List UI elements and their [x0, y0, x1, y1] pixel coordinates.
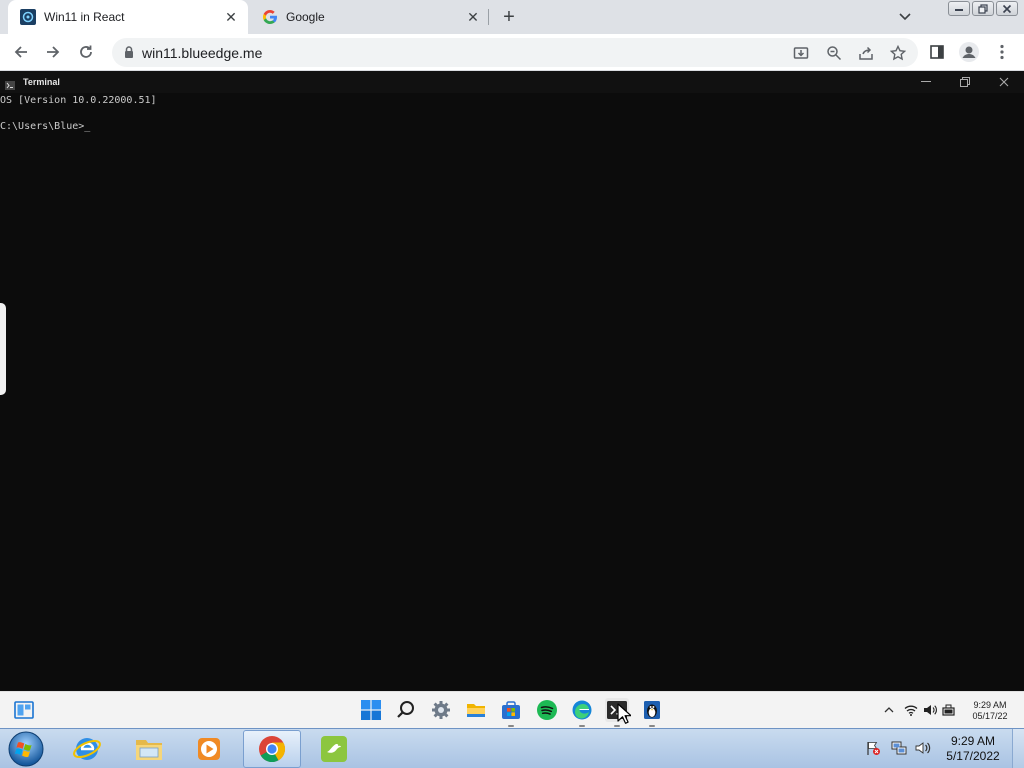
win11-clock[interactable]: 9:29 AM 05/17/22 — [964, 700, 1016, 722]
win11-react-favicon-icon — [20, 9, 36, 25]
window-controls — [948, 1, 1018, 16]
terminal-close-icon[interactable] — [989, 73, 1019, 91]
restore-icon[interactable] — [972, 1, 994, 16]
win11-time: 9:29 AM — [973, 700, 1007, 710]
terminal-line-prompt: C:\Users\Blue>_ — [0, 121, 91, 132]
widgets-icon[interactable] — [12, 698, 36, 722]
close-window-icon[interactable] — [996, 1, 1018, 16]
back-arrow-icon[interactable] — [9, 40, 33, 64]
url-text: win11.blueedge.me — [142, 45, 263, 61]
tab-win11-in-react[interactable]: Win11 in React ✕ — [8, 0, 248, 34]
app-icon[interactable] — [305, 730, 363, 768]
running-indicator — [649, 725, 655, 727]
win7-clock[interactable]: 9:29 AM 5/17/2022 — [940, 734, 1006, 764]
tab-title: Google — [286, 10, 325, 24]
win11-taskbar: 9:29 AM 05/17/22 — [0, 691, 1024, 728]
start-icon[interactable] — [359, 698, 383, 722]
share-icon[interactable] — [856, 43, 876, 63]
new-tab-button[interactable]: + — [498, 6, 520, 28]
menu-kebab-icon[interactable] — [990, 40, 1014, 64]
running-indicator — [508, 725, 514, 727]
side-panel-icon[interactable] — [925, 40, 949, 64]
terminal-maximize-icon[interactable] — [950, 73, 980, 91]
battery-icon[interactable] — [941, 698, 957, 722]
wifi-icon[interactable] — [903, 698, 919, 722]
action-center-flag-icon[interactable] — [864, 738, 882, 758]
tab-close-icon[interactable]: ✕ — [464, 8, 482, 26]
terminal-output[interactable]: OS [Version 10.0.22000.51] C:\Users\Blue… — [0, 93, 1024, 691]
browser-tab-strip: Win11 in React ✕ Google ✕ + — [0, 0, 1024, 34]
windows-start-orb-icon[interactable] — [6, 730, 46, 768]
profile-avatar-icon[interactable] — [957, 40, 981, 64]
terminal-minimize-icon[interactable] — [911, 73, 941, 91]
chevron-up-icon[interactable] — [881, 698, 897, 722]
minimize-icon[interactable] — [948, 1, 970, 16]
tab-close-icon[interactable]: ✕ — [222, 8, 240, 26]
win7-time: 9:29 AM — [950, 734, 996, 748]
search-icon[interactable] — [394, 698, 418, 722]
terminal-title: Terminal — [23, 77, 60, 87]
volume-icon[interactable] — [922, 698, 938, 722]
spotify-icon[interactable] — [535, 698, 559, 722]
show-desktop-button[interactable] — [1012, 729, 1024, 768]
bookmark-star-icon[interactable] — [888, 43, 908, 63]
tab-title: Win11 in React — [44, 10, 125, 24]
address-bar[interactable]: win11.blueedge.me — [112, 38, 918, 67]
speaker-icon[interactable] — [914, 738, 932, 758]
terminal-window[interactable]: Terminal OS [Version 10.0.22000.51] C:\U… — [0, 71, 1024, 691]
tab-separator — [488, 9, 489, 25]
tab-search-chevron-icon[interactable] — [895, 8, 915, 26]
running-indicator — [579, 725, 585, 727]
zoom-icon[interactable] — [824, 43, 844, 63]
widgets-edge-handle[interactable] — [0, 303, 6, 395]
internet-explorer-icon[interactable] — [58, 730, 116, 768]
reload-icon[interactable] — [74, 40, 98, 64]
edge-icon[interactable] — [570, 698, 594, 727]
forward-arrow-icon[interactable] — [41, 40, 65, 64]
store-icon[interactable] — [499, 698, 523, 727]
network-icon[interactable] — [890, 738, 908, 758]
win11-date: 05/17/22 — [972, 711, 1008, 721]
win7-taskbar: 9:29 AM 5/17/2022 — [0, 728, 1024, 768]
settings-icon[interactable] — [429, 698, 453, 722]
tab-google[interactable]: Google ✕ — [250, 0, 490, 34]
browser-toolbar: win11.blueedge.me — [0, 34, 1024, 71]
terminal-titlebar[interactable]: Terminal — [0, 71, 1024, 93]
terminal-line-version: OS [Version 10.0.22000.51] — [0, 95, 157, 106]
running-indicator — [614, 725, 620, 727]
install-app-icon[interactable] — [791, 43, 811, 63]
notepad-icon[interactable] — [640, 698, 664, 727]
mouse-cursor-icon — [617, 703, 631, 724]
windows-explorer-icon[interactable] — [120, 730, 178, 768]
terminal-app-icon — [5, 77, 15, 90]
chrome-icon[interactable] — [243, 730, 301, 768]
lock-icon[interactable] — [122, 45, 136, 59]
file-explorer-icon[interactable] — [464, 698, 488, 722]
media-player-icon[interactable] — [180, 730, 238, 768]
google-favicon-icon — [262, 9, 278, 25]
win7-date: 5/17/2022 — [946, 749, 1000, 763]
